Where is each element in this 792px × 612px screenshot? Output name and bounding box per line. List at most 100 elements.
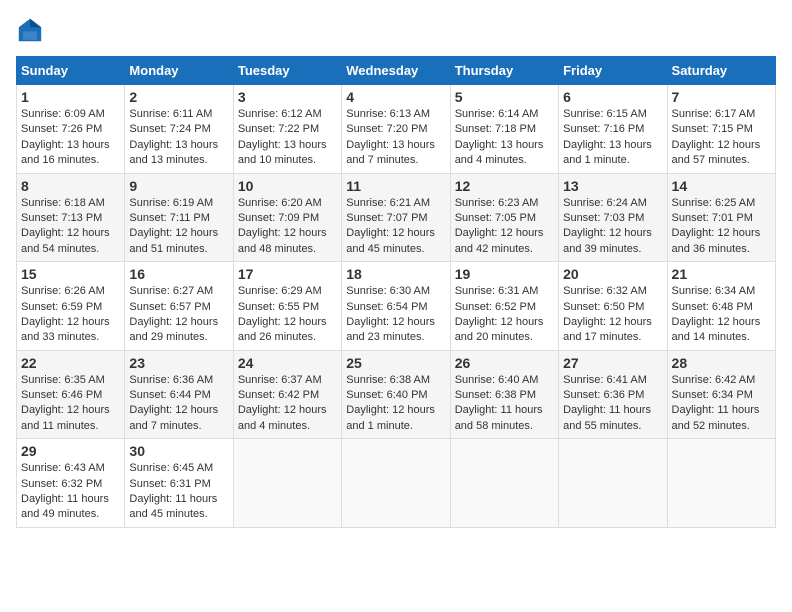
day-detail: Sunrise: 6:15 AMSunset: 7:16 PMDaylight:…: [563, 107, 662, 169]
calendar-cell: [233, 439, 341, 528]
calendar-header-row: SundayMondayTuesdayWednesdayThursdayFrid…: [17, 57, 776, 85]
calendar-cell: 25 Sunrise: 6:38 AMSunset: 6:40 PMDaylig…: [342, 350, 450, 439]
day-number: 23: [129, 355, 228, 371]
calendar-table: SundayMondayTuesdayWednesdayThursdayFrid…: [16, 56, 776, 528]
calendar-cell: 28 Sunrise: 6:42 AMSunset: 6:34 PMDaylig…: [667, 350, 775, 439]
weekday-header-wednesday: Wednesday: [342, 57, 450, 85]
day-detail: Sunrise: 6:11 AMSunset: 7:24 PMDaylight:…: [129, 107, 228, 169]
day-number: 8: [21, 178, 120, 194]
calendar-week-5: 29 Sunrise: 6:43 AMSunset: 6:32 PMDaylig…: [17, 439, 776, 528]
calendar-cell: 29 Sunrise: 6:43 AMSunset: 6:32 PMDaylig…: [17, 439, 125, 528]
day-number: 11: [346, 178, 445, 194]
calendar-cell: 18 Sunrise: 6:30 AMSunset: 6:54 PMDaylig…: [342, 262, 450, 351]
calendar-cell: 11 Sunrise: 6:21 AMSunset: 7:07 PMDaylig…: [342, 173, 450, 262]
logo: [16, 16, 48, 44]
day-number: 19: [455, 266, 554, 282]
day-detail: Sunrise: 6:09 AMSunset: 7:26 PMDaylight:…: [21, 107, 120, 169]
calendar-cell: [559, 439, 667, 528]
calendar-week-2: 8 Sunrise: 6:18 AMSunset: 7:13 PMDayligh…: [17, 173, 776, 262]
day-detail: Sunrise: 6:45 AMSunset: 6:31 PMDaylight:…: [129, 461, 228, 523]
calendar-cell: [342, 439, 450, 528]
weekday-header-tuesday: Tuesday: [233, 57, 341, 85]
day-detail: Sunrise: 6:18 AMSunset: 7:13 PMDaylight:…: [21, 196, 120, 258]
calendar-cell: [667, 439, 775, 528]
calendar-cell: 7 Sunrise: 6:17 AMSunset: 7:15 PMDayligh…: [667, 85, 775, 174]
calendar-week-3: 15 Sunrise: 6:26 AMSunset: 6:59 PMDaylig…: [17, 262, 776, 351]
day-number: 5: [455, 89, 554, 105]
day-detail: Sunrise: 6:20 AMSunset: 7:09 PMDaylight:…: [238, 196, 337, 258]
day-number: 6: [563, 89, 662, 105]
day-detail: Sunrise: 6:36 AMSunset: 6:44 PMDaylight:…: [129, 373, 228, 435]
day-number: 4: [346, 89, 445, 105]
day-detail: Sunrise: 6:37 AMSunset: 6:42 PMDaylight:…: [238, 373, 337, 435]
calendar-cell: 13 Sunrise: 6:24 AMSunset: 7:03 PMDaylig…: [559, 173, 667, 262]
calendar-cell: 30 Sunrise: 6:45 AMSunset: 6:31 PMDaylig…: [125, 439, 233, 528]
day-number: 22: [21, 355, 120, 371]
calendar-cell: 5 Sunrise: 6:14 AMSunset: 7:18 PMDayligh…: [450, 85, 558, 174]
day-number: 10: [238, 178, 337, 194]
day-detail: Sunrise: 6:41 AMSunset: 6:36 PMDaylight:…: [563, 373, 662, 435]
day-detail: Sunrise: 6:17 AMSunset: 7:15 PMDaylight:…: [672, 107, 771, 169]
calendar-cell: 14 Sunrise: 6:25 AMSunset: 7:01 PMDaylig…: [667, 173, 775, 262]
calendar-cell: 17 Sunrise: 6:29 AMSunset: 6:55 PMDaylig…: [233, 262, 341, 351]
day-number: 16: [129, 266, 228, 282]
day-number: 2: [129, 89, 228, 105]
day-detail: Sunrise: 6:32 AMSunset: 6:50 PMDaylight:…: [563, 284, 662, 346]
day-number: 13: [563, 178, 662, 194]
day-number: 26: [455, 355, 554, 371]
day-number: 15: [21, 266, 120, 282]
day-detail: Sunrise: 6:42 AMSunset: 6:34 PMDaylight:…: [672, 373, 771, 435]
day-number: 24: [238, 355, 337, 371]
day-detail: Sunrise: 6:35 AMSunset: 6:46 PMDaylight:…: [21, 373, 120, 435]
day-detail: Sunrise: 6:23 AMSunset: 7:05 PMDaylight:…: [455, 196, 554, 258]
calendar-cell: 9 Sunrise: 6:19 AMSunset: 7:11 PMDayligh…: [125, 173, 233, 262]
day-detail: Sunrise: 6:43 AMSunset: 6:32 PMDaylight:…: [21, 461, 120, 523]
day-number: 12: [455, 178, 554, 194]
calendar-cell: 20 Sunrise: 6:32 AMSunset: 6:50 PMDaylig…: [559, 262, 667, 351]
calendar-cell: 12 Sunrise: 6:23 AMSunset: 7:05 PMDaylig…: [450, 173, 558, 262]
calendar-cell: 16 Sunrise: 6:27 AMSunset: 6:57 PMDaylig…: [125, 262, 233, 351]
calendar-cell: [450, 439, 558, 528]
day-detail: Sunrise: 6:26 AMSunset: 6:59 PMDaylight:…: [21, 284, 120, 346]
day-number: 3: [238, 89, 337, 105]
calendar-week-4: 22 Sunrise: 6:35 AMSunset: 6:46 PMDaylig…: [17, 350, 776, 439]
calendar-cell: 8 Sunrise: 6:18 AMSunset: 7:13 PMDayligh…: [17, 173, 125, 262]
day-detail: Sunrise: 6:27 AMSunset: 6:57 PMDaylight:…: [129, 284, 228, 346]
day-number: 30: [129, 443, 228, 459]
day-number: 20: [563, 266, 662, 282]
calendar-cell: 6 Sunrise: 6:15 AMSunset: 7:16 PMDayligh…: [559, 85, 667, 174]
calendar-cell: 2 Sunrise: 6:11 AMSunset: 7:24 PMDayligh…: [125, 85, 233, 174]
day-number: 28: [672, 355, 771, 371]
day-detail: Sunrise: 6:38 AMSunset: 6:40 PMDaylight:…: [346, 373, 445, 435]
day-detail: Sunrise: 6:29 AMSunset: 6:55 PMDaylight:…: [238, 284, 337, 346]
day-detail: Sunrise: 6:40 AMSunset: 6:38 PMDaylight:…: [455, 373, 554, 435]
day-detail: Sunrise: 6:25 AMSunset: 7:01 PMDaylight:…: [672, 196, 771, 258]
day-number: 18: [346, 266, 445, 282]
weekday-header-sunday: Sunday: [17, 57, 125, 85]
day-number: 25: [346, 355, 445, 371]
day-detail: Sunrise: 6:34 AMSunset: 6:48 PMDaylight:…: [672, 284, 771, 346]
day-number: 7: [672, 89, 771, 105]
day-number: 9: [129, 178, 228, 194]
weekday-header-monday: Monday: [125, 57, 233, 85]
calendar-body: 1 Sunrise: 6:09 AMSunset: 7:26 PMDayligh…: [17, 85, 776, 528]
weekday-header-friday: Friday: [559, 57, 667, 85]
calendar-cell: 15 Sunrise: 6:26 AMSunset: 6:59 PMDaylig…: [17, 262, 125, 351]
day-detail: Sunrise: 6:24 AMSunset: 7:03 PMDaylight:…: [563, 196, 662, 258]
weekday-header-saturday: Saturday: [667, 57, 775, 85]
weekday-header-thursday: Thursday: [450, 57, 558, 85]
day-detail: Sunrise: 6:19 AMSunset: 7:11 PMDaylight:…: [129, 196, 228, 258]
day-detail: Sunrise: 6:30 AMSunset: 6:54 PMDaylight:…: [346, 284, 445, 346]
calendar-cell: 27 Sunrise: 6:41 AMSunset: 6:36 PMDaylig…: [559, 350, 667, 439]
day-detail: Sunrise: 6:12 AMSunset: 7:22 PMDaylight:…: [238, 107, 337, 169]
day-detail: Sunrise: 6:13 AMSunset: 7:20 PMDaylight:…: [346, 107, 445, 169]
calendar-cell: 4 Sunrise: 6:13 AMSunset: 7:20 PMDayligh…: [342, 85, 450, 174]
day-detail: Sunrise: 6:14 AMSunset: 7:18 PMDaylight:…: [455, 107, 554, 169]
calendar-cell: 19 Sunrise: 6:31 AMSunset: 6:52 PMDaylig…: [450, 262, 558, 351]
day-number: 29: [21, 443, 120, 459]
calendar-cell: 26 Sunrise: 6:40 AMSunset: 6:38 PMDaylig…: [450, 350, 558, 439]
calendar-cell: 23 Sunrise: 6:36 AMSunset: 6:44 PMDaylig…: [125, 350, 233, 439]
day-number: 14: [672, 178, 771, 194]
calendar-cell: 22 Sunrise: 6:35 AMSunset: 6:46 PMDaylig…: [17, 350, 125, 439]
day-number: 27: [563, 355, 662, 371]
